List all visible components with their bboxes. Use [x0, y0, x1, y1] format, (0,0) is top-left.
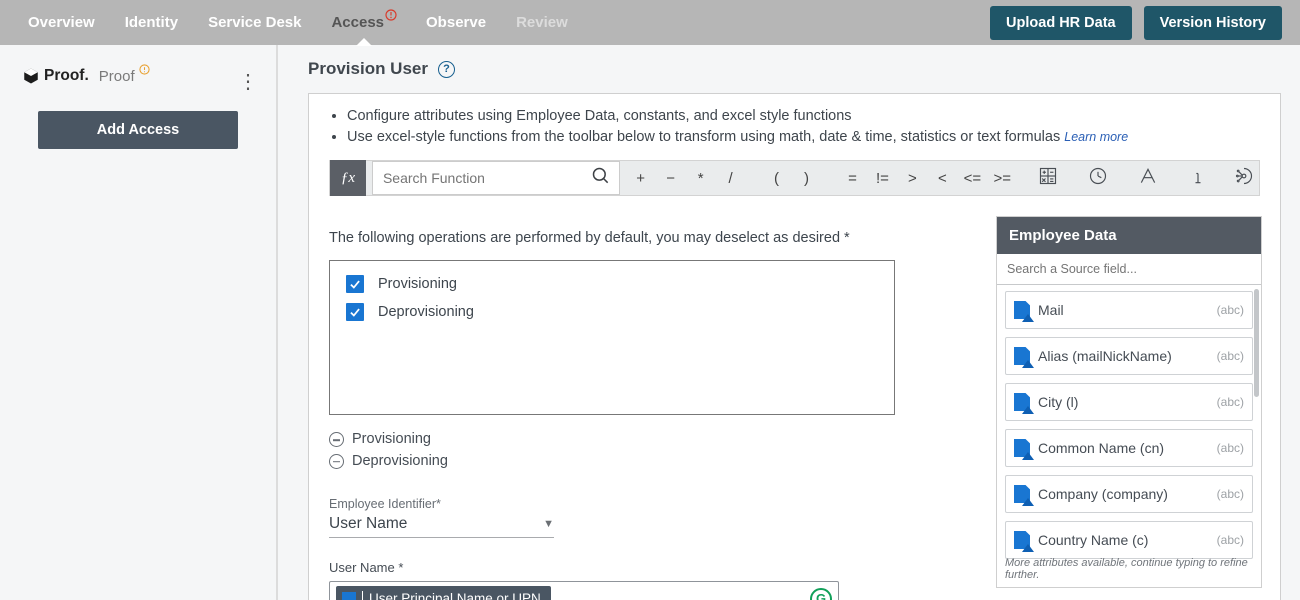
grammarly-icon[interactable]: G [810, 588, 832, 600]
field-type: (abc) [1217, 441, 1244, 455]
sidebar: Proof. Proof ⋮ Add Access [0, 45, 278, 600]
nav-tab-review[interactable]: Review [516, 0, 568, 45]
info-badge-icon [139, 62, 150, 79]
collapse-icon[interactable] [329, 454, 344, 469]
op-neq[interactable]: != [867, 170, 897, 187]
op-plus[interactable]: + [626, 170, 656, 187]
field-icon [1014, 347, 1030, 365]
nav-tab-service-desk[interactable]: Service Desk [208, 0, 301, 45]
op-lt[interactable]: < [927, 170, 957, 187]
add-access-button[interactable]: Add Access [38, 111, 238, 149]
upload-hr-data-button[interactable]: Upload HR Data [990, 6, 1132, 40]
employee-data-field[interactable]: City (l) (abc) [1005, 383, 1253, 421]
deprovisioning-label: Deprovisioning [378, 304, 474, 320]
provisioning-checkbox[interactable] [346, 275, 364, 293]
field-name: City (l) [1038, 394, 1209, 410]
field-type: (abc) [1217, 395, 1244, 409]
op-minus[interactable]: − [656, 170, 686, 187]
field-name: Country Name (c) [1038, 532, 1209, 548]
datetime-category-icon[interactable] [1083, 166, 1113, 191]
field-type: (abc) [1217, 533, 1244, 547]
math-category-icon[interactable] [1033, 166, 1063, 191]
nav-tab-identity[interactable]: Identity [125, 0, 178, 45]
learn-more-link[interactable]: Learn more [1064, 130, 1128, 144]
logo: Proof. [22, 67, 89, 85]
operations-box: Provisioning Deprovisioning [329, 260, 895, 415]
field-icon [1014, 301, 1030, 319]
provisioning-section[interactable]: Provisioning [352, 429, 431, 451]
field-type: (abc) [1217, 303, 1244, 317]
op-mult[interactable]: * [686, 170, 716, 187]
field-icon [1014, 531, 1030, 549]
field-type: (abc) [1217, 487, 1244, 501]
scrollbar[interactable] [1254, 289, 1259, 397]
field-type: (abc) [1217, 349, 1244, 363]
search-icon[interactable] [583, 166, 619, 191]
info-category-icon[interactable] [1183, 166, 1213, 191]
employee-data-field[interactable]: Mail (abc) [1005, 291, 1253, 329]
op-rparen[interactable]: ) [792, 170, 822, 187]
kebab-menu-icon[interactable]: ⋮ [238, 69, 258, 94]
field-icon [1014, 485, 1030, 503]
formula-toolbar: ƒx + − * / ( ) = != > < <= [329, 160, 1260, 196]
op-div[interactable]: / [716, 170, 746, 187]
username-input[interactable]: User Principal Name or UPN G [329, 581, 839, 600]
employee-data-field[interactable]: Country Name (c) (abc) [1005, 521, 1253, 559]
fx-icon: ƒx [330, 160, 366, 196]
field-name: Alias (mailNickName) [1038, 348, 1209, 364]
employee-identifier-value: User Name [329, 515, 407, 533]
field-icon [1014, 439, 1030, 457]
nav-tab-access[interactable]: Access [331, 0, 396, 45]
field-name: Company (company) [1038, 486, 1209, 502]
alert-badge-icon [385, 8, 397, 25]
text-category-icon[interactable] [1133, 166, 1163, 191]
page-title: Provision User ? [308, 59, 1300, 79]
chip-source-icon [342, 592, 356, 600]
collapse-icon[interactable] [329, 432, 344, 447]
version-history-button[interactable]: Version History [1144, 6, 1282, 40]
nav-tab-observe[interactable]: Observe [426, 0, 486, 45]
op-eq[interactable]: = [837, 170, 867, 187]
employee-data-field[interactable]: Company (company) (abc) [1005, 475, 1253, 513]
employee-data-search[interactable] [997, 254, 1261, 284]
op-lte[interactable]: <= [957, 170, 987, 187]
chevron-down-icon: ▼ [543, 518, 554, 530]
employee-data-field[interactable]: Common Name (cn) (abc) [1005, 429, 1253, 467]
nav-tab-overview[interactable]: Overview [28, 0, 95, 45]
content-panel: Configure attributes using Employee Data… [308, 93, 1281, 600]
username-chip[interactable]: User Principal Name or UPN [336, 586, 551, 600]
op-lparen[interactable]: ( [762, 170, 792, 187]
employee-identifier-select[interactable]: User Name ▼ [329, 513, 554, 538]
field-name: Common Name (cn) [1038, 440, 1209, 456]
op-gte[interactable]: >= [987, 170, 1017, 187]
op-gt[interactable]: > [897, 170, 927, 187]
employee-data-field[interactable]: Alias (mailNickName) (abc) [1005, 337, 1253, 375]
employee-data-footer: More attributes available, continue typi… [997, 555, 1261, 587]
provisioning-label: Provisioning [378, 276, 457, 292]
logo-text: Proof. [44, 67, 89, 85]
employee-data-title: Employee Data [997, 217, 1261, 254]
instruction-line-1: Configure attributes using Employee Data… [347, 106, 1260, 127]
logo-icon [22, 67, 40, 85]
field-icon [1014, 393, 1030, 411]
logic-category-icon[interactable] [1229, 166, 1259, 191]
deprovisioning-section[interactable]: Deprovisioning [352, 451, 448, 473]
field-name: Mail [1038, 302, 1209, 318]
search-function-input[interactable] [373, 162, 583, 194]
deprovisioning-checkbox[interactable] [346, 303, 364, 321]
brand-label: Proof [99, 68, 150, 85]
top-nav: Overview Identity Service Desk Access Ob… [0, 0, 1300, 45]
employee-data-panel: Employee Data Mail(abc)Alias (mailNickNa… [996, 216, 1262, 588]
instruction-line-2: Use excel-style functions from the toolb… [347, 127, 1260, 148]
nav-tab-access-label: Access [331, 14, 384, 31]
username-chip-label: User Principal Name or UPN [369, 591, 541, 600]
help-icon[interactable]: ? [438, 61, 455, 78]
